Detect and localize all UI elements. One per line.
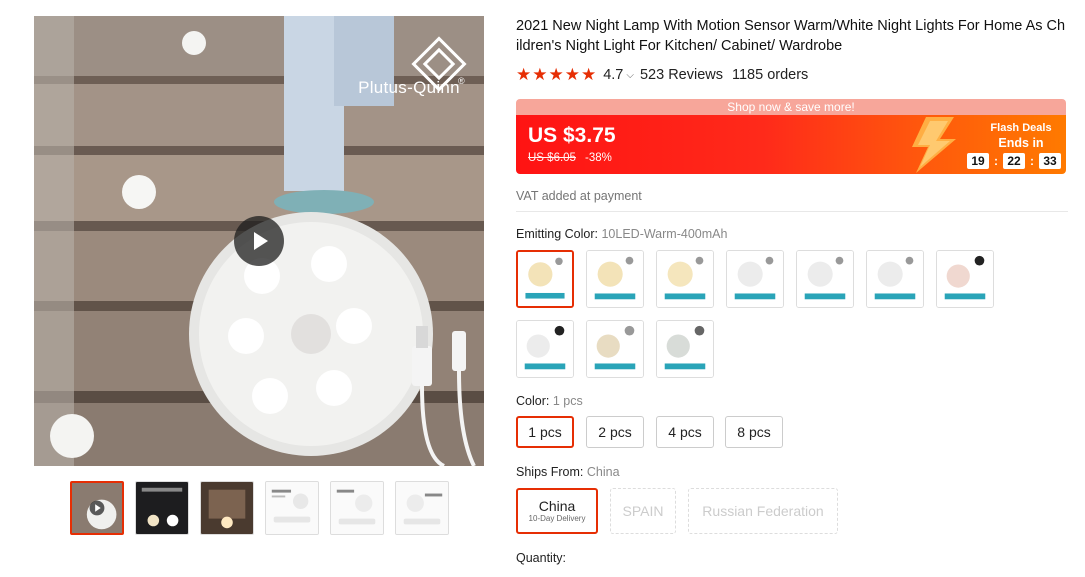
swatch-7[interactable] bbox=[936, 250, 994, 308]
color-option-3[interactable]: 4 pcs bbox=[656, 416, 714, 448]
lightning-bolt-icon bbox=[912, 117, 956, 173]
color-label: Color: 1 pcs bbox=[516, 394, 583, 408]
ship-option-china[interactable]: China 10-Day Delivery bbox=[516, 488, 598, 534]
swatch-8[interactable] bbox=[516, 320, 574, 378]
rating-value[interactable]: 4.7 bbox=[603, 67, 623, 83]
brand-name: Plutus-Quinn bbox=[358, 78, 460, 97]
thumbnail-strip bbox=[70, 481, 449, 535]
swatch-9[interactable] bbox=[586, 320, 644, 378]
brand-registered-mark: ® bbox=[458, 76, 465, 86]
brand-logo-icon bbox=[411, 36, 467, 92]
chevron-down-icon[interactable]: ⌵ bbox=[626, 70, 634, 81]
divider bbox=[516, 211, 1068, 212]
flash-deals-label: Flash Deals bbox=[990, 122, 1052, 134]
swatch-4[interactable] bbox=[726, 250, 784, 308]
countdown-timer: 19 : 22 : 33 bbox=[967, 153, 1061, 169]
timer-seconds: 33 bbox=[1039, 153, 1061, 169]
discount-badge: -38% bbox=[585, 152, 612, 164]
reviews-link[interactable]: 523 Reviews bbox=[640, 67, 723, 83]
emitting-color-label: Emitting Color: 10LED-Warm-400mAh bbox=[516, 227, 728, 241]
quantity-label: Quantity: bbox=[516, 551, 567, 565]
ships-from-value: China bbox=[586, 465, 620, 479]
thumbnail-6[interactable] bbox=[395, 481, 449, 535]
ends-in-label: Ends in bbox=[998, 136, 1044, 150]
ship-option-spain[interactable]: SPAIN bbox=[610, 488, 676, 534]
flash-deal-price-box: US $3.75 US $6.05 -38% Flash Deals Ends … bbox=[516, 115, 1066, 174]
timer-hours: 19 bbox=[967, 153, 989, 169]
timer-minutes: 22 bbox=[1003, 153, 1025, 169]
swatch-5[interactable] bbox=[796, 250, 854, 308]
thumbnail-1[interactable] bbox=[70, 481, 124, 535]
ship-option-name: China bbox=[538, 498, 576, 514]
product-title: 2021 New Night Lamp With Motion Sensor W… bbox=[516, 18, 1066, 54]
ship-option-russian-federation[interactable]: Russian Federation bbox=[688, 488, 838, 534]
rating-row: ★★★★★ 4.7 ⌵ 523 Reviews 1185 orders bbox=[516, 65, 808, 85]
color-value: 1 pcs bbox=[552, 394, 583, 408]
swatch-3[interactable] bbox=[656, 250, 714, 308]
vat-note: VAT added at payment bbox=[516, 189, 642, 203]
thumbnail-2[interactable] bbox=[135, 481, 189, 535]
thumbnail-5[interactable] bbox=[330, 481, 384, 535]
rating-stars-icon: ★★★★★ bbox=[516, 65, 598, 84]
original-price: US $6.05 bbox=[528, 152, 576, 164]
color-option-1[interactable]: 1 pcs bbox=[516, 416, 574, 448]
orders-count: 1185 orders bbox=[731, 67, 809, 83]
main-product-image[interactable]: Plutus-Quinn ® bbox=[34, 16, 484, 466]
color-option-4[interactable]: 8 pcs bbox=[725, 416, 783, 448]
thumbnail-4[interactable] bbox=[265, 481, 319, 535]
swatch-6[interactable] bbox=[866, 250, 924, 308]
swatch-10[interactable] bbox=[656, 320, 714, 378]
current-price: US $3.75 bbox=[528, 124, 616, 147]
emitting-color-value: 10LED-Warm-400mAh bbox=[601, 227, 728, 241]
ship-option-delivery: 10-Day Delivery bbox=[528, 514, 586, 523]
swatch-1[interactable] bbox=[516, 250, 574, 308]
promo-banner[interactable]: Shop now & save more! bbox=[516, 99, 1066, 115]
thumbnail-3[interactable] bbox=[200, 481, 254, 535]
color-option-2[interactable]: 2 pcs bbox=[586, 416, 644, 448]
swatch-2[interactable] bbox=[586, 250, 644, 308]
ships-from-label: Ships From: China bbox=[516, 465, 620, 479]
play-video-button[interactable] bbox=[234, 216, 284, 266]
